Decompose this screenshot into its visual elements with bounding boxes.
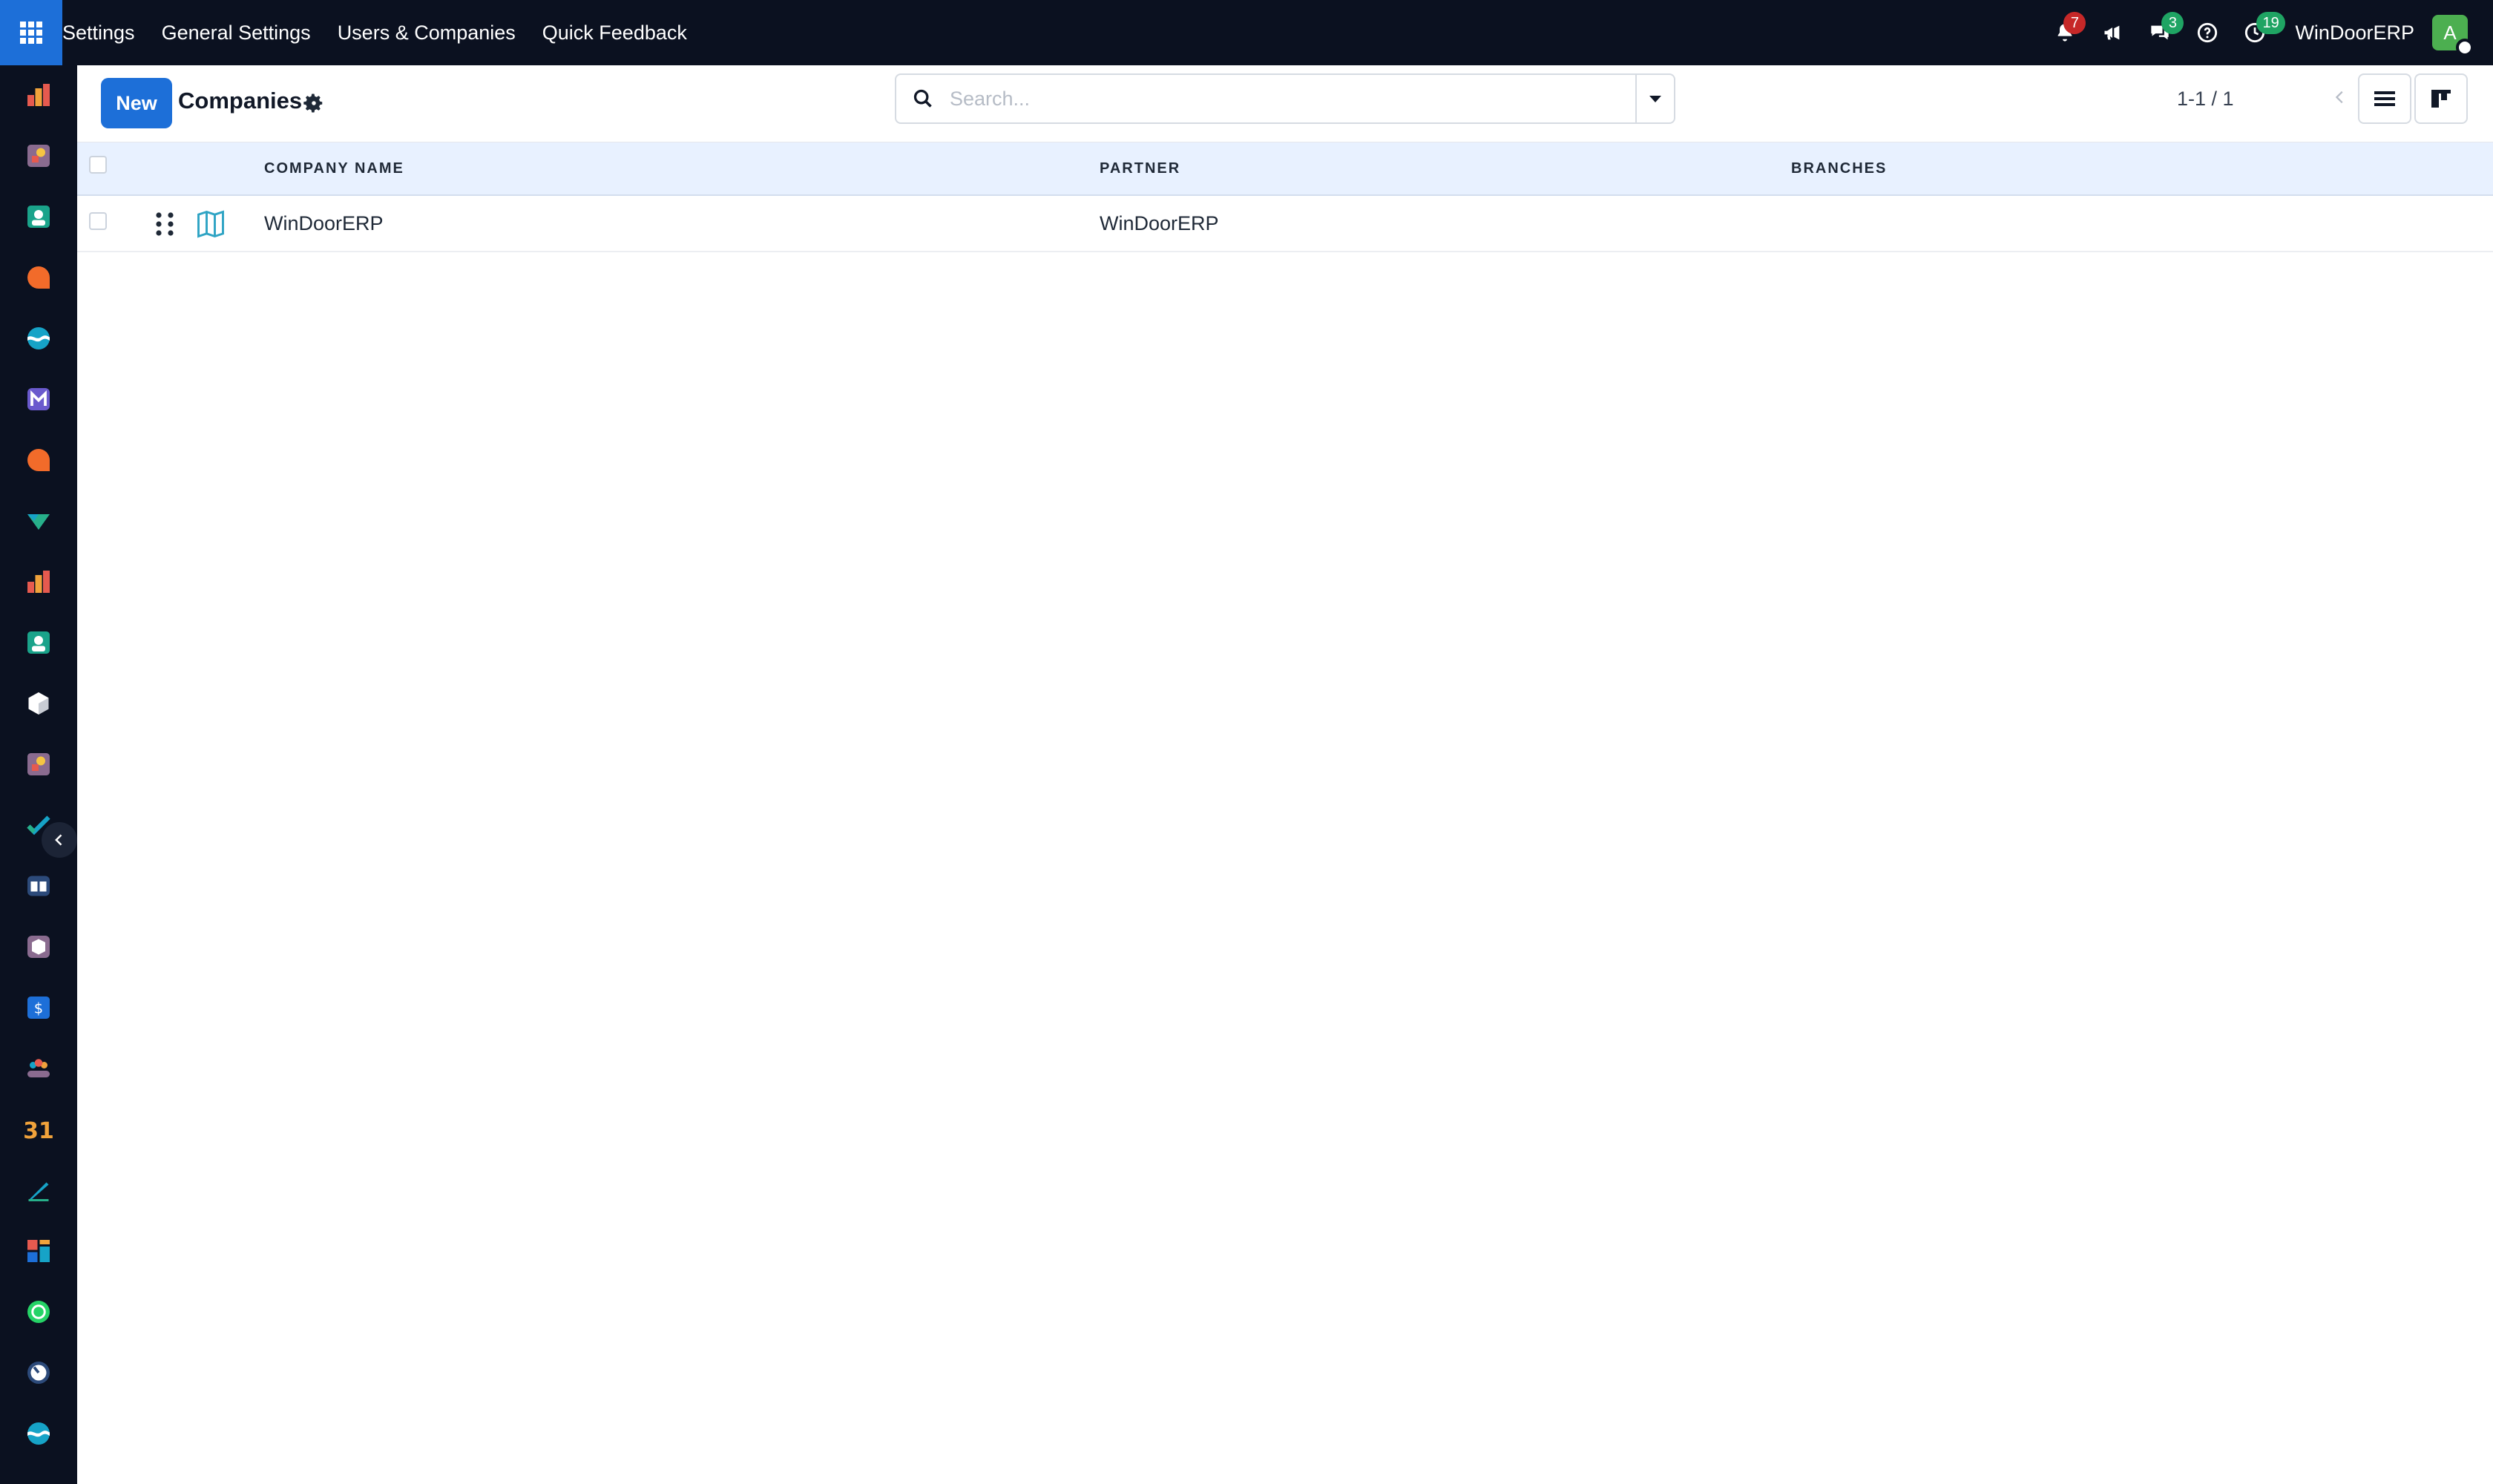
- kanban-view-button[interactable]: [2414, 73, 2468, 124]
- column-header-branches[interactable]: BRANCHES: [1791, 160, 1887, 177]
- drag-handle-icon[interactable]: [154, 212, 175, 236]
- chevron-left-icon: [55, 834, 62, 846]
- avatar-initial: A: [2443, 21, 2457, 44]
- row-checkbox[interactable]: [89, 212, 107, 230]
- rail-knowledge-icon[interactable]: [24, 871, 53, 901]
- activities-count-badge: 19: [2256, 12, 2285, 34]
- notifications-button[interactable]: 7: [2041, 0, 2089, 65]
- rail-planning-icon[interactable]: [24, 506, 53, 536]
- page-title: Companies: [178, 88, 303, 114]
- user-avatar[interactable]: A: [2432, 15, 2474, 56]
- menu-users-companies[interactable]: Users & Companies: [324, 22, 529, 45]
- select-all-checkbox[interactable]: [89, 156, 107, 174]
- notifications-count-badge: 7: [2063, 12, 2086, 34]
- rail-timer-icon[interactable]: [24, 1358, 53, 1388]
- caret-down-icon: [1649, 96, 1661, 102]
- rail-contacts-2-icon[interactable]: [24, 628, 53, 657]
- rail-livechat-icon[interactable]: [24, 445, 53, 475]
- gear-icon[interactable]: [303, 92, 325, 114]
- rail-discuss-wave-2-icon[interactable]: [24, 1419, 53, 1448]
- rail-discuss-wave-icon[interactable]: [24, 324, 53, 353]
- pager-previous-button[interactable]: [2318, 75, 2362, 119]
- table-header: COMPANY NAME PARTNER BRANCHES: [77, 142, 2493, 196]
- company-name-cell[interactable]: WinDoorERP: [264, 212, 384, 235]
- search-bar: [895, 73, 1675, 124]
- rail-puzzle-2-icon[interactable]: [24, 749, 53, 779]
- messages-button[interactable]: 3: [2136, 0, 2184, 65]
- svg-text:31: 31: [24, 1118, 53, 1143]
- presence-status-icon: [2456, 39, 2474, 56]
- messages-count-badge: 3: [2161, 12, 2184, 34]
- rail-calendar-icon[interactable]: 31: [24, 1114, 53, 1144]
- search-input[interactable]: [950, 87, 1635, 111]
- table-row[interactable]: WinDoorERP WinDoorERP: [77, 196, 2493, 252]
- apps-sidebar: $ 31: [0, 65, 77, 1484]
- rail-puzzle-icon[interactable]: [24, 141, 53, 171]
- systray: 7 3 19 WinDoorERP A: [2041, 0, 2493, 65]
- rail-dashboard-2-icon[interactable]: [24, 567, 53, 597]
- help-icon: [2198, 22, 2218, 43]
- activities-button[interactable]: 19: [2231, 0, 2285, 65]
- rail-box-icon[interactable]: [24, 932, 53, 962]
- search-icon: [896, 88, 950, 109]
- rail-email-marketing-icon[interactable]: [24, 384, 53, 414]
- megaphone-icon: [2104, 25, 2120, 40]
- company-switcher[interactable]: WinDoorERP: [2295, 22, 2414, 45]
- search-options-toggle[interactable]: [1635, 75, 1674, 122]
- announcements-button[interactable]: [2089, 0, 2136, 65]
- rail-dashboard-icon[interactable]: [24, 80, 53, 110]
- rail-whatsapp-icon[interactable]: [24, 1297, 53, 1327]
- column-header-partner[interactable]: PARTNER: [1100, 160, 1180, 177]
- rail-invoicing-icon[interactable]: $: [24, 993, 53, 1022]
- svg-text:$: $: [34, 1000, 43, 1017]
- top-navbar: Settings General Settings Users & Compan…: [0, 0, 2493, 65]
- column-header-company-name[interactable]: COMPANY NAME: [264, 160, 404, 177]
- menu-general-settings[interactable]: General Settings: [148, 22, 324, 45]
- list-view-button[interactable]: [2358, 73, 2411, 124]
- rail-contacts-icon[interactable]: [24, 202, 53, 232]
- app-menu-button[interactable]: [0, 0, 62, 65]
- chevron-left-icon: [2335, 91, 2343, 104]
- sidebar-collapse-button[interactable]: [42, 822, 77, 858]
- new-button[interactable]: New: [101, 78, 172, 128]
- rail-inventory-icon[interactable]: [24, 689, 53, 718]
- company-map-icon: [197, 210, 224, 238]
- rail-sign-icon[interactable]: [24, 1175, 53, 1205]
- control-panel: New Companies 1-1 / 1: [77, 65, 2493, 142]
- help-button[interactable]: [2184, 0, 2231, 65]
- menu-settings[interactable]: Settings: [62, 22, 148, 45]
- main-menu: Settings General Settings Users & Compan…: [62, 22, 700, 45]
- rail-chat-icon[interactable]: [24, 263, 53, 292]
- rail-dashboards-icon[interactable]: [24, 1236, 53, 1266]
- list-icon: [2374, 91, 2395, 106]
- pager-value[interactable]: 1-1 / 1: [2177, 88, 2234, 111]
- rail-employees-icon[interactable]: [24, 1054, 53, 1083]
- kanban-icon: [2431, 90, 2451, 108]
- menu-quick-feedback[interactable]: Quick Feedback: [529, 22, 700, 45]
- partner-cell[interactable]: WinDoorERP: [1100, 212, 1219, 235]
- apps-grid-icon: [20, 22, 42, 44]
